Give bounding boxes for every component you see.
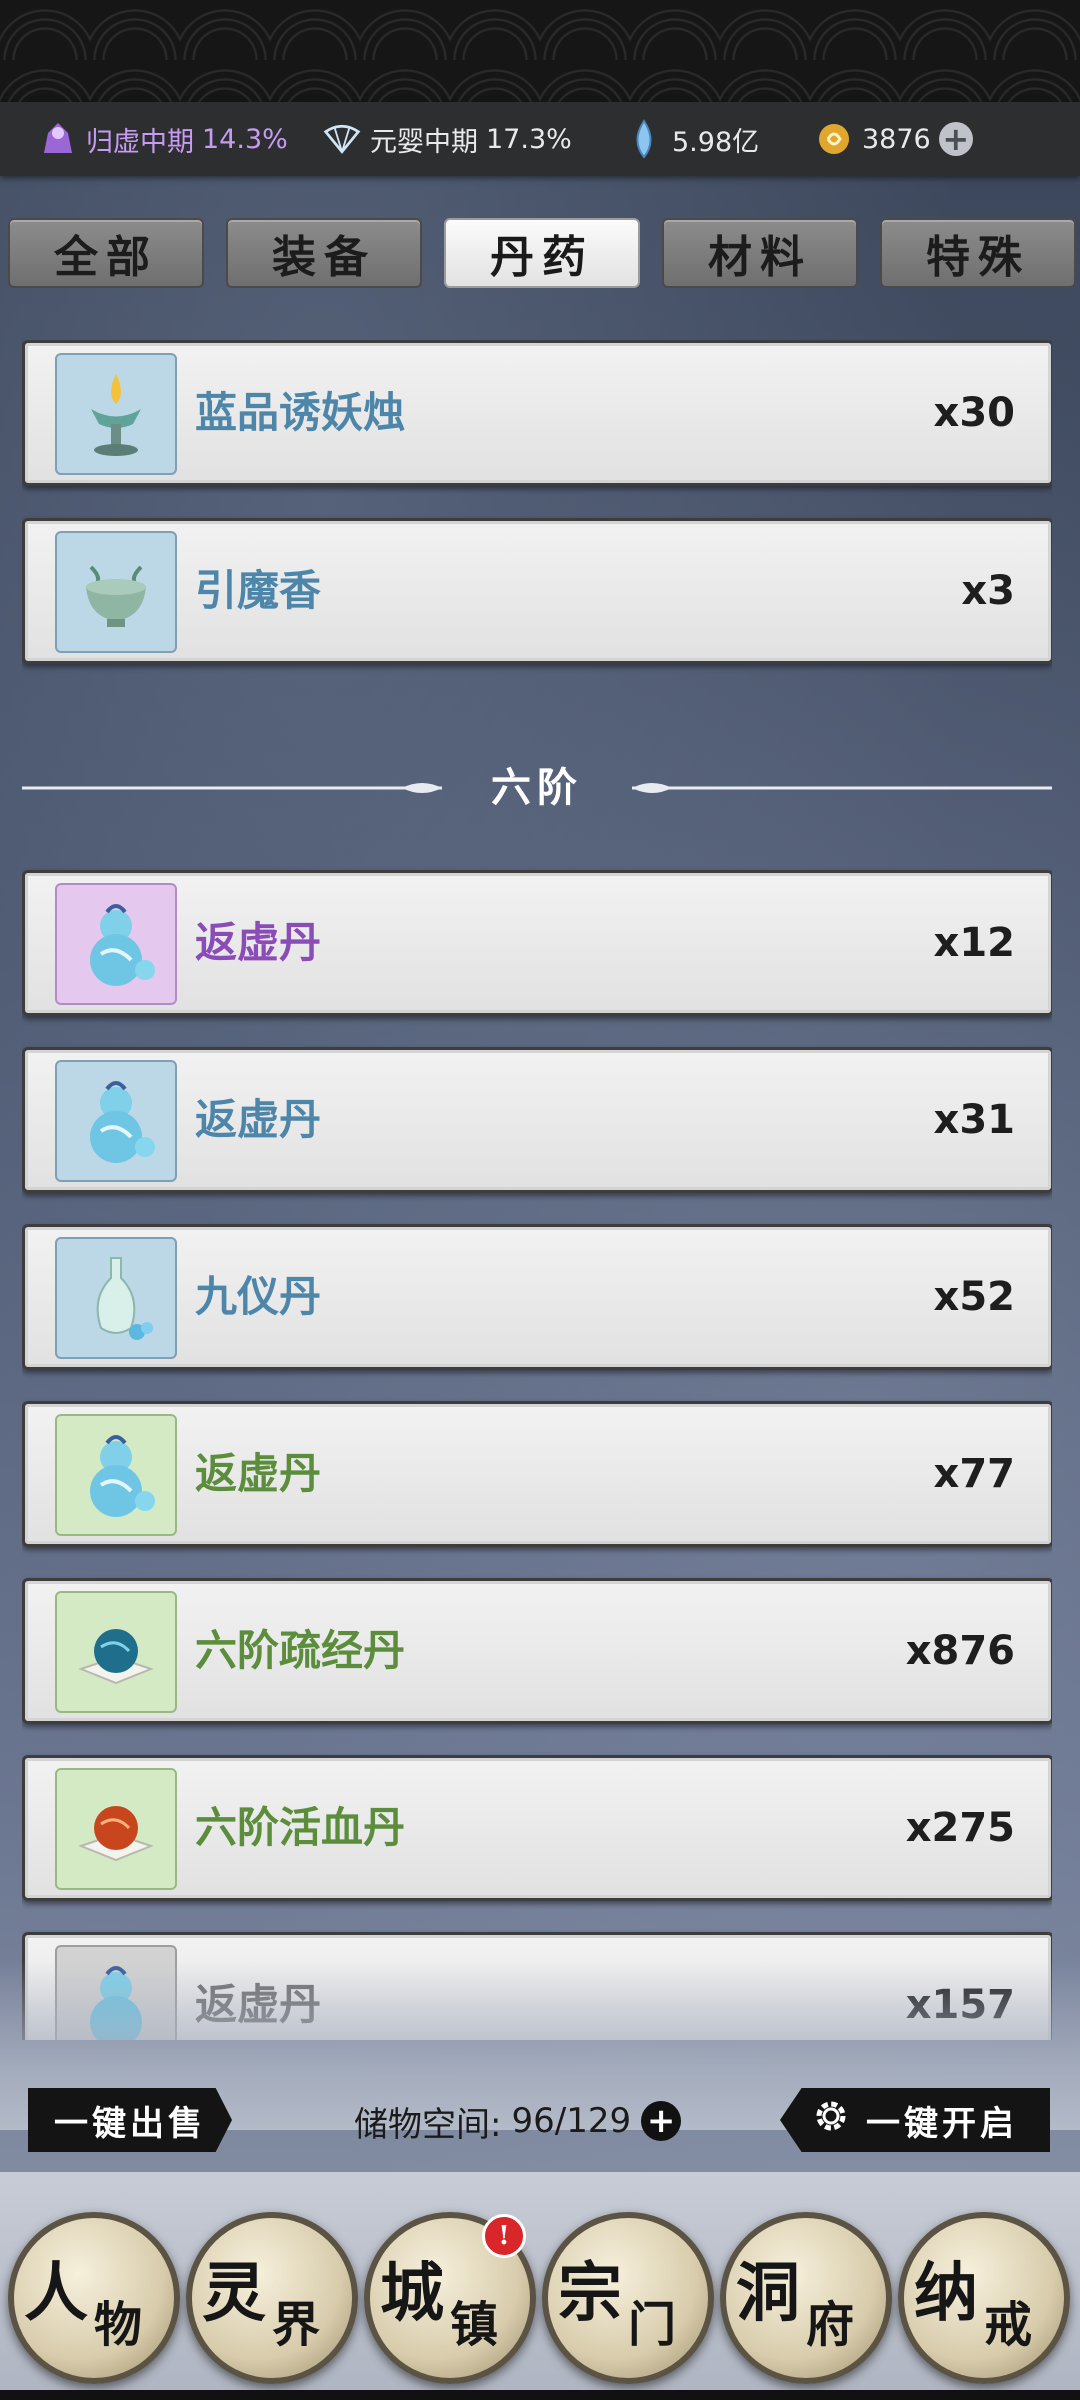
item-name: 蓝品诱妖烛 bbox=[195, 388, 406, 437]
item-name: 六阶疏经丹 bbox=[195, 1626, 406, 1675]
nav-cave-mansion-sub: 府 bbox=[805, 2297, 854, 2353]
blue-orb-pill-icon bbox=[55, 1591, 177, 1713]
fan-icon bbox=[322, 119, 362, 159]
item-list[interactable]: 蓝品诱妖烛 x30 引魔香 x3 六阶 返虚丹 x12 返虚丹 x31 九仪丹 … bbox=[22, 340, 1052, 2040]
nav-town-sub: 镇 bbox=[449, 2297, 498, 2353]
red-orb-pill-icon bbox=[55, 1768, 177, 1890]
list-item[interactable]: 返虚丹 x12 bbox=[22, 870, 1052, 1016]
realm1-resource[interactable]: 归虚中期 14.3% bbox=[38, 119, 288, 159]
realm1-percent: 14.3% bbox=[202, 123, 288, 155]
nav-storage-ring-main: 纳 bbox=[913, 2256, 978, 2331]
incense-burner-icon bbox=[55, 531, 177, 653]
item-count: x3 bbox=[961, 568, 1015, 614]
realm1-label: 归虚中期 bbox=[86, 126, 194, 158]
vase-pill-icon bbox=[55, 1237, 177, 1359]
gear-icon bbox=[812, 2097, 850, 2144]
status-bar-area bbox=[0, 0, 1080, 102]
nav-spirit-realm[interactable]: 灵 界 bbox=[186, 2212, 358, 2384]
gourd-pill-icon bbox=[55, 1414, 177, 1536]
item-count: x12 bbox=[933, 920, 1015, 966]
nav-sect[interactable]: 宗 门 bbox=[542, 2212, 714, 2384]
nav-town[interactable]: 城 镇 ! bbox=[364, 2212, 536, 2384]
realm2-label: 元婴中期 bbox=[370, 126, 478, 158]
spirit-stone-icon bbox=[624, 119, 664, 159]
list-item[interactable]: 六阶疏经丹 x876 bbox=[22, 1578, 1052, 1724]
sell-all-button[interactable]: 一键出售 bbox=[28, 2088, 232, 2152]
gold-amount: 3876 bbox=[862, 123, 931, 155]
storage-value: 96/129 bbox=[511, 2101, 632, 2141]
item-count: x876 bbox=[905, 1628, 1015, 1674]
tab-equipment[interactable]: 装备 bbox=[226, 218, 422, 288]
list-item[interactable]: 返虚丹 x31 bbox=[22, 1047, 1052, 1193]
realm2-resource[interactable]: 元婴中期 17.3% bbox=[322, 119, 572, 159]
item-count: x52 bbox=[933, 1274, 1015, 1320]
storage-indicator: 储物空间: 96/129 + bbox=[354, 2096, 682, 2146]
notification-badge: ! bbox=[482, 2214, 526, 2258]
cultivator-icon bbox=[38, 119, 78, 159]
bottom-navigation: 人 物 灵 界 城 镇 ! 宗 门 洞 府 纳 戒 bbox=[0, 2172, 1080, 2400]
category-tabs: 全部 装备 丹药 材料 特殊 bbox=[8, 218, 1076, 288]
section-label: 六阶 bbox=[491, 764, 583, 811]
nav-spirit-realm-main: 灵 bbox=[201, 2256, 266, 2331]
list-item[interactable]: 返虚丹 x77 bbox=[22, 1401, 1052, 1547]
open-all-button[interactable]: 一键开启 bbox=[780, 2088, 1050, 2152]
nav-cave-mansion[interactable]: 洞 府 bbox=[720, 2212, 892, 2384]
gold-resource[interactable]: 3876 + bbox=[814, 119, 973, 159]
item-name: 引魔香 bbox=[195, 566, 322, 615]
gourd-pill-icon bbox=[55, 883, 177, 1005]
spirit-stone-resource[interactable]: 5.98亿 bbox=[624, 119, 759, 159]
list-item[interactable]: 引魔香 x3 bbox=[22, 518, 1052, 664]
expand-storage-button[interactable]: + bbox=[641, 2101, 682, 2141]
item-count: x30 bbox=[933, 390, 1015, 436]
gourd-pill-icon bbox=[55, 1060, 177, 1182]
candle-icon bbox=[55, 353, 177, 475]
nav-sect-main: 宗 bbox=[557, 2256, 622, 2331]
item-name: 六阶活血丹 bbox=[195, 1803, 406, 1852]
nav-cave-mansion-main: 洞 bbox=[735, 2256, 800, 2331]
item-name: 九仪丹 bbox=[195, 1272, 322, 1321]
spirit-stone-amount: 5.98亿 bbox=[672, 126, 760, 158]
item-count: x77 bbox=[933, 1451, 1015, 1497]
item-count: x275 bbox=[905, 1805, 1015, 1851]
nav-storage-ring-sub: 戒 bbox=[983, 2297, 1032, 2353]
item-count: x31 bbox=[933, 1097, 1015, 1143]
nav-character-main: 人 bbox=[23, 2256, 88, 2331]
tab-special[interactable]: 特殊 bbox=[880, 218, 1076, 288]
realm2-percent: 17.3% bbox=[486, 123, 572, 155]
nav-storage-ring[interactable]: 纳 戒 bbox=[898, 2212, 1070, 2384]
add-gold-button[interactable]: + bbox=[938, 122, 973, 156]
list-item[interactable]: 六阶活血丹 x275 bbox=[22, 1755, 1052, 1901]
nav-character-sub: 物 bbox=[93, 2297, 142, 2353]
item-name: 返虚丹 bbox=[195, 1095, 322, 1144]
list-item[interactable]: 九仪丹 x52 bbox=[22, 1224, 1052, 1370]
tab-materials[interactable]: 材料 bbox=[662, 218, 858, 288]
nav-spirit-realm-sub: 界 bbox=[271, 2297, 320, 2353]
list-item[interactable]: 蓝品诱妖烛 x30 bbox=[22, 340, 1052, 486]
nav-character[interactable]: 人 物 bbox=[8, 2212, 180, 2384]
bottom-edge bbox=[0, 2390, 1080, 2400]
gold-coin-icon bbox=[814, 119, 854, 159]
item-name: 返虚丹 bbox=[195, 918, 322, 967]
item-name: 返虚丹 bbox=[195, 1449, 322, 1498]
tab-all[interactable]: 全部 bbox=[8, 218, 204, 288]
tab-pills[interactable]: 丹药 bbox=[444, 218, 640, 288]
open-all-label: 一键开启 bbox=[866, 2103, 1018, 2144]
resource-bar: 归虚中期 14.3% 元婴中期 17.3% 5.98亿 3876 + bbox=[0, 102, 1080, 176]
nav-town-main: 城 bbox=[379, 2256, 444, 2331]
nav-sect-sub: 门 bbox=[627, 2297, 676, 2353]
section-divider: 六阶 bbox=[22, 758, 1052, 818]
storage-label: 储物空间: bbox=[354, 2104, 502, 2145]
